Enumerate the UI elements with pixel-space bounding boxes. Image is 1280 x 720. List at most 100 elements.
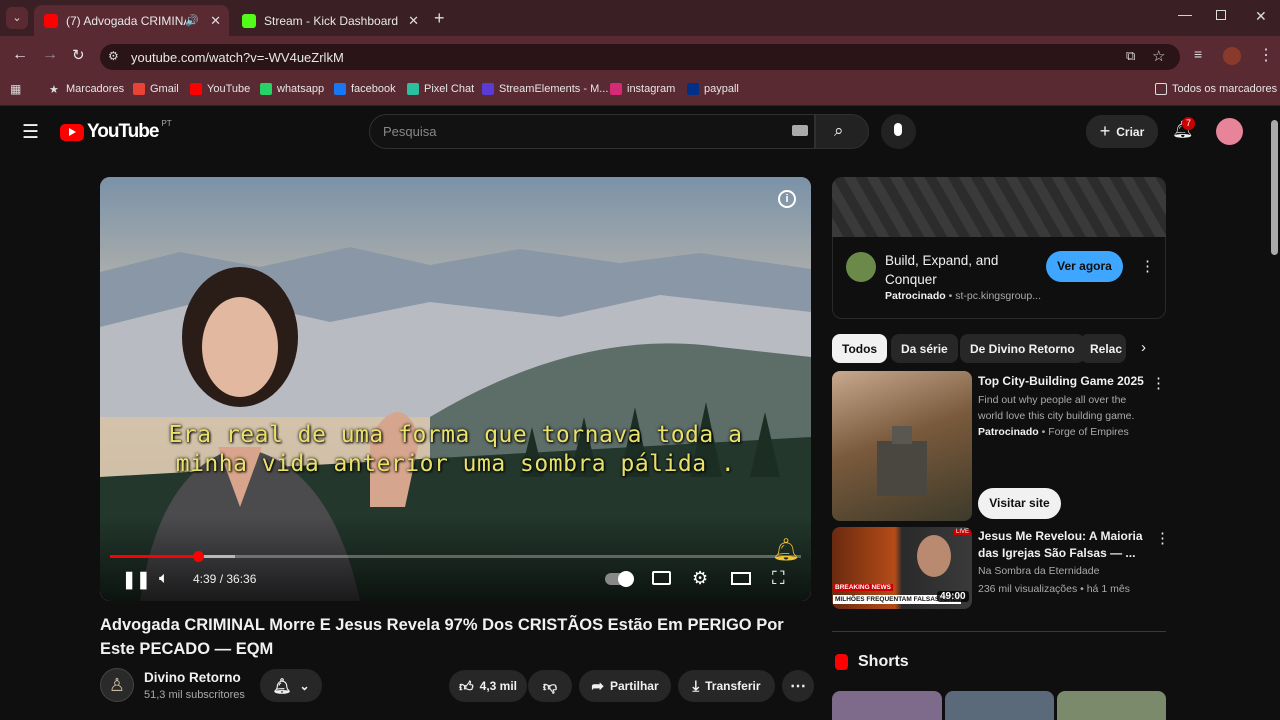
- close-tab-icon[interactable]: ✕: [408, 13, 419, 29]
- address-bar[interactable]: ⚙ youtube.com/watch?v=-WV4ueZrlkM ⧉ ☆: [100, 44, 1180, 70]
- voice-search-button[interactable]: [881, 114, 916, 149]
- rec-menu-icon[interactable]: ⋮: [1155, 529, 1170, 547]
- theater-mode-icon[interactable]: [731, 572, 751, 585]
- bookmark-facebook[interactable]: facebook: [334, 82, 396, 96]
- browser-menu-icon[interactable]: ⋮: [1258, 45, 1274, 65]
- back-icon[interactable]: ←: [12, 46, 28, 64]
- create-button[interactable]: + Criar: [1086, 115, 1158, 148]
- all-bookmarks[interactable]: Todos os marcadores: [1155, 82, 1277, 96]
- download-icon: ⤓: [692, 677, 700, 695]
- youtube-icon: [190, 83, 202, 95]
- keyboard-icon[interactable]: [792, 125, 808, 136]
- progress-bar[interactable]: [110, 551, 801, 562]
- chip-todos[interactable]: Todos: [832, 334, 888, 363]
- short-thumbnail[interactable]: [945, 691, 1054, 720]
- hamburger-menu-icon[interactable]: ☰: [22, 121, 39, 144]
- channel-avatar[interactable]: ♙: [100, 668, 134, 702]
- rec-thumbnail[interactable]: LIVE BREAKING NEWS MILHÕES FREQUENTAM FA…: [832, 527, 972, 609]
- minimize-icon[interactable]: —: [1178, 6, 1192, 22]
- tab-kick[interactable]: Stream - Kick Dashboard ✕: [232, 5, 427, 36]
- bookmark-streamelements[interactable]: StreamElements - M...: [482, 82, 608, 96]
- fullscreen-icon[interactable]: ⛶: [772, 568, 785, 589]
- install-app-icon[interactable]: ⧉: [1126, 48, 1135, 64]
- bookmark-marcadores[interactable]: ★ Marcadores: [49, 82, 124, 96]
- bookmark-youtube[interactable]: YouTube: [190, 82, 250, 96]
- channel-name[interactable]: Divino Retorno: [144, 670, 241, 685]
- site-info-icon[interactable]: ⚙: [108, 49, 119, 63]
- autoplay-toggle[interactable]: [605, 571, 634, 587]
- ad-banner[interactable]: [832, 177, 1166, 237]
- search-icon: ⌕: [834, 121, 844, 140]
- pause-icon[interactable]: ❚❚: [122, 570, 151, 590]
- chip-de-divino-retorno[interactable]: De Divino Retorno: [960, 334, 1085, 363]
- subtitle-line-1: Era real de uma forma que tornava toda a: [168, 422, 743, 448]
- bookmark-instagram[interactable]: instagram: [610, 82, 675, 96]
- youtube-logo[interactable]: YouTube PT: [60, 119, 172, 143]
- short-thumbnail[interactable]: [832, 691, 942, 720]
- ad-title[interactable]: Build, Expand, and Conquer: [885, 251, 1025, 289]
- chip-relacionados[interactable]: Relac: [1080, 334, 1126, 363]
- settings-gear-icon[interactable]: ⚙: [692, 568, 708, 589]
- media-control-icon[interactable]: ≡: [1194, 46, 1202, 62]
- page-scrollbar[interactable]: [1271, 120, 1278, 255]
- profile-avatar[interactable]: [1223, 47, 1241, 65]
- volume-icon[interactable]: 🔈︎: [159, 570, 169, 588]
- subscribed-button[interactable]: 🔔︎ ⌄: [260, 669, 322, 702]
- folder-icon: [1155, 83, 1167, 95]
- apps-grid-icon[interactable]: ▦: [10, 82, 21, 96]
- rec-thumbnail[interactable]: [832, 371, 972, 521]
- captions-icon[interactable]: [652, 571, 671, 585]
- search-box[interactable]: Pesquisa: [369, 114, 815, 149]
- progress-played: [110, 555, 198, 558]
- close-tab-icon[interactable]: ✕: [210, 13, 221, 29]
- video-player[interactable]: i Era real de uma forma que tornava toda…: [100, 177, 811, 601]
- ad-meta: Patrocinado • st-pc.kingsgroup...: [885, 290, 1041, 302]
- bookmark-pixel-chat[interactable]: Pixel Chat: [407, 82, 474, 96]
- rec-channel[interactable]: Na Sombra da Eternidade: [978, 563, 1099, 579]
- video-title: Advogada CRIMINAL Morre E Jesus Revela 9…: [100, 616, 784, 658]
- info-icon[interactable]: i: [778, 190, 796, 208]
- ad-menu-icon[interactable]: ⋮: [1140, 257, 1155, 275]
- progress-scrubber[interactable]: [193, 551, 204, 562]
- subtitle-line-2: minha vida anterior uma sombra pálida .: [175, 451, 736, 477]
- notifications-button[interactable]: 🔔︎ 7: [1172, 117, 1196, 144]
- close-window-icon[interactable]: ✕: [1255, 8, 1267, 25]
- microphone-icon: [894, 123, 902, 136]
- search-input[interactable]: Pesquisa: [383, 124, 436, 139]
- short-thumbnail[interactable]: [1057, 691, 1166, 720]
- like-button[interactable]: 👍︎ 4,3 mil: [449, 670, 527, 702]
- rec-title[interactable]: Jesus Me Revelou: A Maioria das Igrejas …: [978, 528, 1143, 562]
- new-tab-button[interactable]: +: [434, 8, 445, 29]
- more-actions-button[interactable]: ⋯: [782, 670, 814, 702]
- kick-favicon-icon: [242, 13, 256, 28]
- audio-icon[interactable]: 🔊: [185, 14, 199, 27]
- download-button[interactable]: ⤓ Transferir: [678, 670, 775, 702]
- ad-cta-button[interactable]: Ver agora: [1046, 251, 1123, 282]
- bookmark-star-icon[interactable]: ☆: [1152, 47, 1165, 65]
- bookmark-paypall[interactable]: paypall: [687, 82, 739, 96]
- chips-next-icon[interactable]: ›: [1141, 339, 1146, 356]
- share-button[interactable]: ➦ Partilhar: [579, 670, 671, 702]
- bookmark-whatsapp[interactable]: whatsapp: [260, 82, 324, 96]
- forward-icon[interactable]: →: [42, 46, 58, 64]
- visit-site-button[interactable]: Visitar site: [978, 488, 1061, 519]
- shorts-divider: [832, 631, 1166, 632]
- chip-da-serie[interactable]: Da série: [891, 334, 958, 363]
- share-icon: ➦: [591, 678, 604, 695]
- rec-menu-icon[interactable]: ⋮: [1151, 374, 1166, 392]
- account-avatar[interactable]: [1216, 118, 1243, 145]
- tab-youtube[interactable]: (7) Advogada CRIMINAL M 🔊 ✕: [34, 5, 229, 36]
- youtube-play-logo-icon: [60, 123, 84, 141]
- bookmark-gmail[interactable]: Gmail: [133, 82, 179, 96]
- rec-title[interactable]: Top City-Building Game 2025: [978, 373, 1148, 390]
- notification-badge: 7: [1182, 117, 1196, 130]
- dislike-button[interactable]: 👎︎: [528, 670, 572, 702]
- search-button[interactable]: ⌕: [815, 114, 869, 149]
- plus-icon: +: [1099, 121, 1111, 141]
- reload-icon[interactable]: ↻: [72, 46, 85, 64]
- facebook-icon: [334, 83, 346, 95]
- restore-icon[interactable]: [1216, 10, 1226, 20]
- tab-search-button[interactable]: ⌄: [6, 7, 28, 29]
- more-horizontal-icon: ⋯: [790, 678, 806, 695]
- rec-sponsor: Patrocinado • Forge of Empires: [978, 426, 1129, 438]
